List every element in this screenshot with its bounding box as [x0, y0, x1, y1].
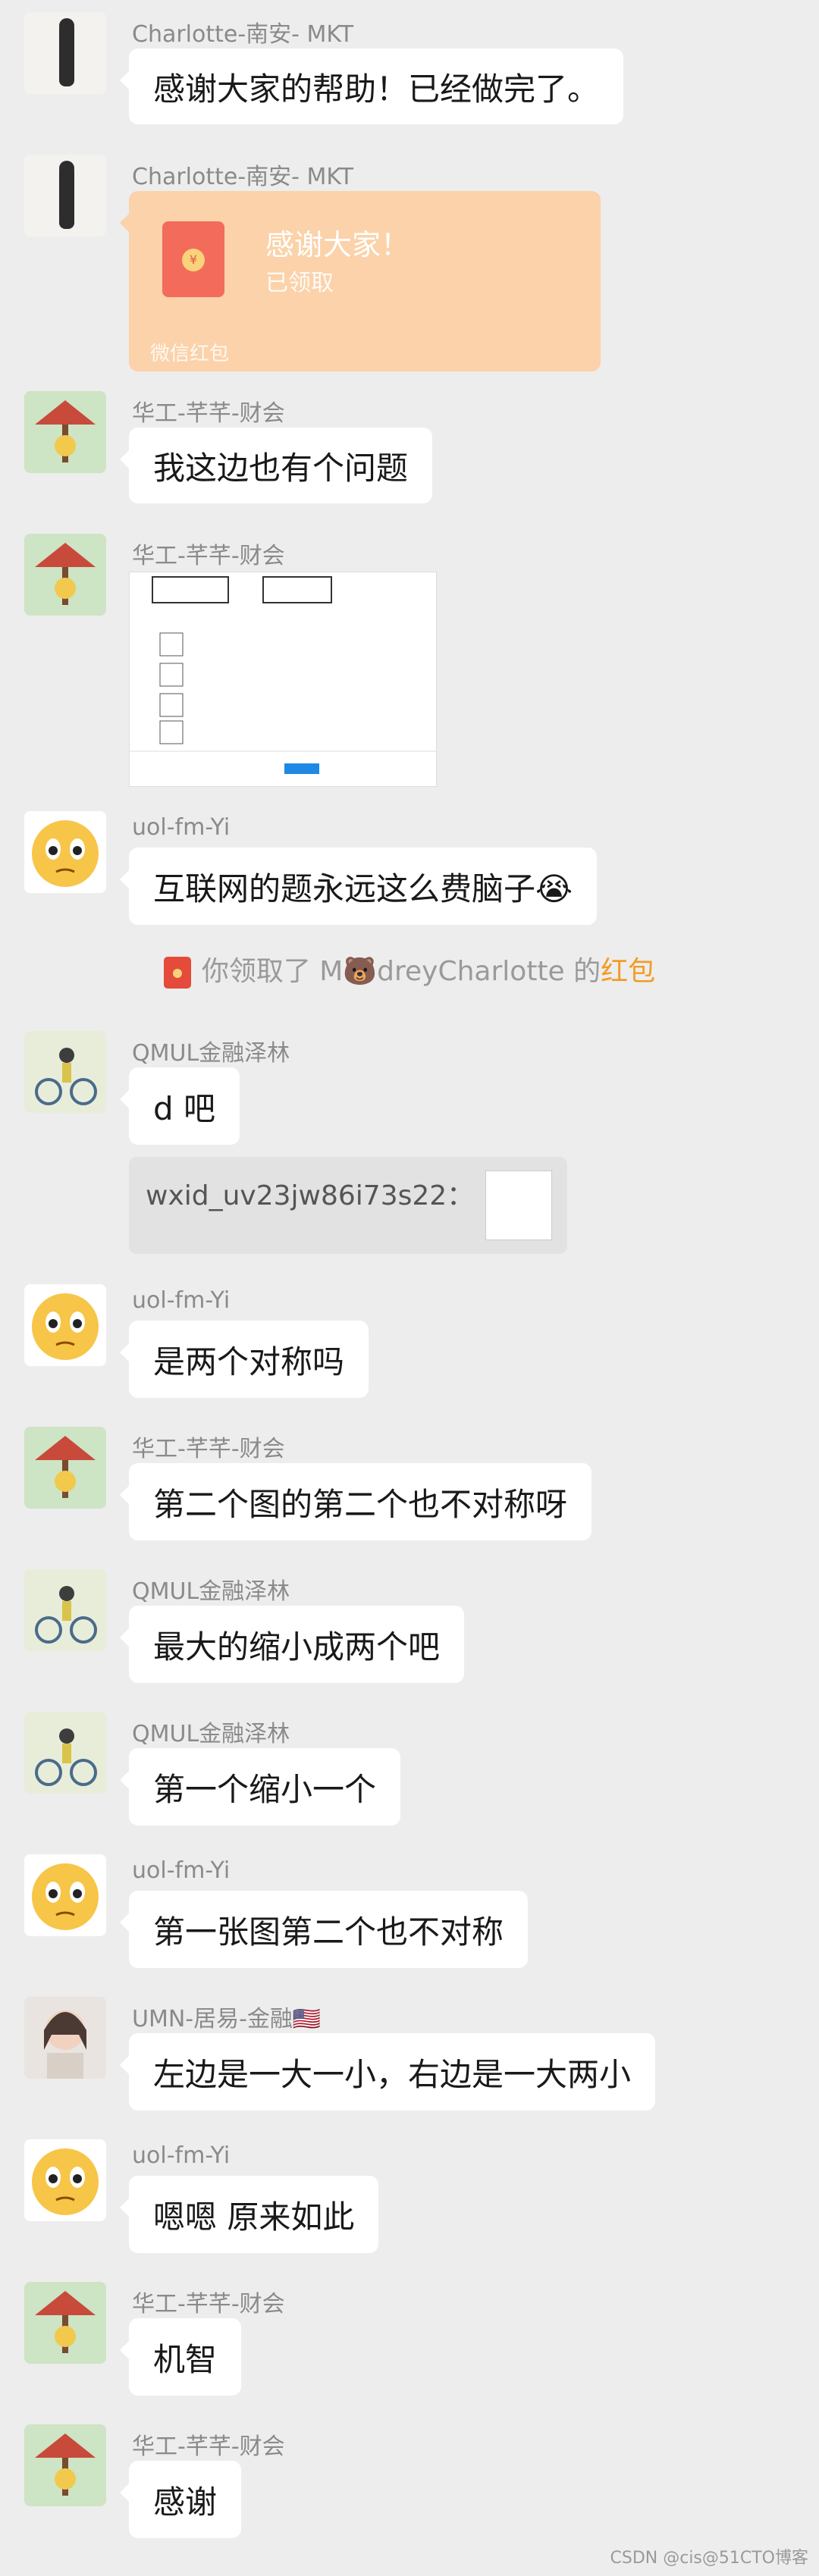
sender-name: 华工-芊芊-财会 — [132, 2433, 285, 2460]
avatar[interactable] — [24, 1031, 106, 1113]
avatar[interactable] — [24, 391, 106, 473]
sender-name: QMUL金融泽林 — [132, 1721, 290, 1747]
message-bubble[interactable]: 感谢大家的帮助！已经做完了。 — [119, 49, 624, 124]
sender-name: uol-fm-Yi — [132, 2142, 231, 2169]
sender-name: 华工-芊芊-财会 — [132, 1436, 285, 1462]
red-packet-link[interactable]: 红包 — [601, 956, 655, 987]
message-bubble[interactable]: 第一张图第二个也不对称 — [119, 1891, 529, 1968]
avatar[interactable] — [24, 12, 106, 94]
avatar[interactable] — [24, 1854, 106, 1936]
image-message[interactable] — [129, 572, 437, 787]
avatar[interactable] — [24, 1284, 106, 1366]
red-packet-title: 感谢大家！ — [265, 228, 410, 262]
message-bubble[interactable]: 嗯嗯 原来如此 — [119, 2176, 379, 2253]
avatar[interactable] — [24, 1427, 106, 1509]
message-bubble[interactable]: 是两个对称吗 — [119, 1321, 369, 1398]
message-bubble[interactable]: 第一个缩小一个 — [119, 1748, 401, 1825]
red-packet-status: 已领取 — [265, 270, 334, 296]
message-bubble[interactable]: 互联网的题永远这么费脑子😭 — [119, 848, 598, 925]
message-bubble[interactable]: 感谢 — [119, 2461, 242, 2538]
message-bubble[interactable]: 第二个图的第二个也不对称呀 — [119, 1463, 592, 1540]
sender-name: 华工-芊芊-财会 — [132, 2291, 285, 2317]
system-notice: 你领取了 M🐻dreyCharlotte 的红包 — [0, 949, 819, 989]
message-bubble[interactable]: 最大的缩小成两个吧 — [119, 1606, 465, 1683]
red-packet-footer: 微信红包 — [150, 343, 230, 365]
quoted-message[interactable]: wxid_uv23jw86i73s22： — [129, 1157, 567, 1254]
system-notice-text: 你领取了 M🐻dreyCharlotte 的 — [201, 956, 601, 987]
message-bubble[interactable]: 我这边也有个问题 — [119, 428, 433, 503]
red-packet-icon — [163, 957, 191, 989]
watermark: CSDN @cis@51CTO博客 — [610, 2549, 809, 2568]
avatar[interactable] — [24, 1569, 106, 1651]
message-bubble[interactable]: d 吧 — [119, 1067, 240, 1145]
avatar[interactable] — [24, 155, 106, 237]
red-packet[interactable]: ¥ 感谢大家！ 已领取 微信红包 — [120, 191, 601, 371]
sender-name: Charlotte-南安- MKT — [132, 21, 354, 48]
message-bubble[interactable]: 左边是一大一小，右边是一大两小 — [119, 2033, 656, 2111]
message-bubble[interactable]: 机智 — [119, 2318, 242, 2396]
avatar[interactable] — [24, 2424, 106, 2506]
sender-name: UMN-居易-金融🇺🇸 — [132, 2006, 322, 2032]
avatar[interactable] — [24, 2282, 106, 2364]
sender-name: 华工-芊芊-财会 — [132, 543, 285, 569]
sender-name: Charlotte-南安- MKT — [132, 164, 354, 190]
sender-name: QMUL金融泽林 — [132, 1578, 290, 1605]
avatar[interactable] — [24, 811, 106, 893]
sender-name: QMUL金融泽林 — [132, 1040, 290, 1067]
quoted-image-thumbnail — [485, 1170, 552, 1240]
avatar[interactable] — [24, 1712, 106, 1794]
avatar[interactable] — [24, 2139, 106, 2221]
sender-name: uol-fm-Yi — [132, 814, 231, 841]
sender-name: uol-fm-Yi — [132, 1287, 231, 1314]
avatar[interactable] — [24, 534, 106, 616]
sender-name: uol-fm-Yi — [132, 1857, 231, 1884]
quoted-sender: wxid_uv23jw86i73s22： — [146, 1180, 475, 1211]
red-packet-icon: ¥ — [162, 221, 224, 297]
avatar[interactable] — [24, 1997, 106, 2079]
sender-name: 华工-芊芊-财会 — [132, 400, 285, 427]
